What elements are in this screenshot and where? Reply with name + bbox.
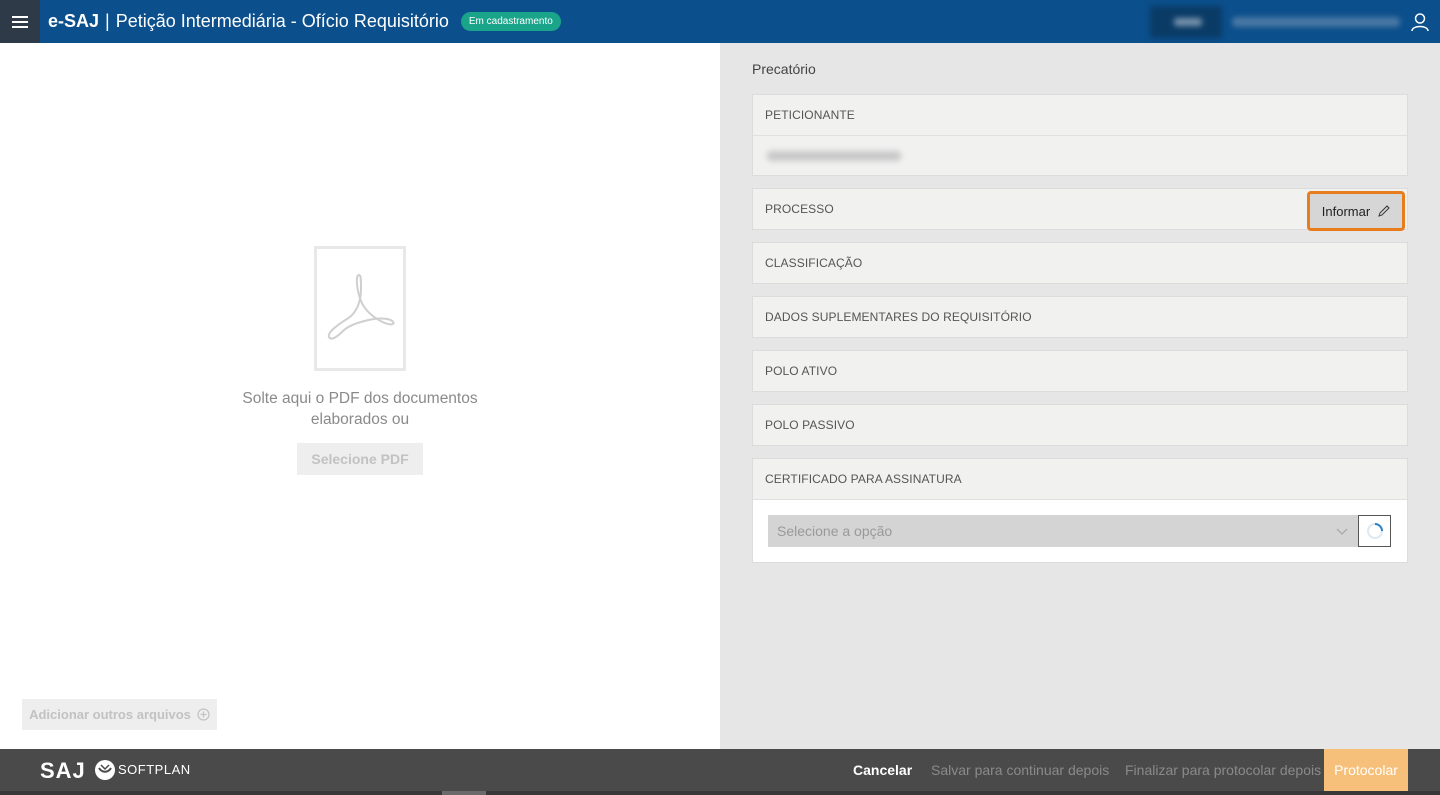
card-header-polo-passivo: POLO PASSIVO: [765, 418, 855, 432]
finalize-protocol-later-button[interactable]: Finalizar para protocolar depois: [1125, 749, 1321, 791]
card-header-dados-suplementares: DADOS SUPLEMENTARES DO REQUISITÓRIO: [765, 310, 1032, 324]
form-panel: Precatório PETICIONANTE PROCESSO Informa…: [720, 43, 1440, 749]
add-files-label: Adicionar outros arquivos: [29, 707, 191, 722]
softplan-text: SOFTPLAN: [118, 762, 191, 777]
certificado-body: Selecione a opção: [753, 499, 1407, 562]
protocol-button[interactable]: Protocolar: [1324, 749, 1408, 791]
card-classificacao[interactable]: CLASSIFICAÇÃO: [752, 242, 1408, 284]
pencil-icon: [1378, 205, 1390, 217]
card-dados-suplementares[interactable]: DADOS SUPLEMENTARES DO REQUISITÓRIO: [752, 296, 1408, 338]
footer-strip: [0, 791, 1440, 795]
save-continue-later-button[interactable]: Salvar para continuar depois: [931, 749, 1109, 791]
page-title: Petição Intermediária - Ofício Requisitó…: [115, 11, 449, 31]
processo-label: PROCESSO: [765, 202, 834, 216]
drop-instructions: Solte aqui o PDF dos documentos elaborad…: [220, 388, 500, 430]
brand-name[interactable]: e-SAJ: [48, 11, 99, 32]
informar-label: Informar: [1321, 203, 1371, 219]
peticionante-name-blurred: [767, 151, 901, 161]
card-peticionante: PETICIONANTE: [752, 94, 1408, 176]
title-separator: |: [105, 11, 110, 31]
loading-spinner-icon: [1366, 523, 1383, 539]
top-bar: e-SAJ | Petição Intermediária - Ofício R…: [0, 0, 1440, 43]
card-header-certificado: CERTIFICADO PARA ASSINATURA: [765, 472, 962, 486]
card-polo-passivo[interactable]: POLO PASSIVO: [752, 404, 1408, 446]
status-badge: Em cadastramento: [460, 12, 561, 31]
card-processo: PROCESSO Informar: [752, 188, 1408, 231]
card-header-polo-ativo: POLO ATIVO: [765, 364, 838, 378]
chevron-down-icon: [1336, 528, 1348, 535]
user-icon[interactable]: [1410, 12, 1430, 32]
drop-text-line2: elaborados ou: [310, 411, 410, 428]
section-title: Precatório: [752, 61, 816, 77]
loading-spinner-button[interactable]: [1358, 515, 1391, 547]
cancel-button[interactable]: Cancelar: [853, 749, 912, 791]
plus-circle-icon: [197, 708, 210, 721]
card-header-classificacao: CLASSIFICAÇÃO: [765, 256, 863, 270]
pdf-drop-area[interactable]: Solte aqui o PDF dos documentos elaborad…: [0, 43, 720, 749]
card-header-peticionante: PETICIONANTE: [765, 108, 855, 122]
pdf-document-icon: [314, 246, 406, 371]
footer-bar: SAJ SOFTPLAN Cancelar Salvar para contin…: [0, 749, 1440, 795]
card-certificado: CERTIFICADO PARA ASSINATURA Selecione a …: [752, 458, 1408, 563]
user-name-blurred[interactable]: [1232, 17, 1400, 27]
drop-text-line1: Solte aqui o PDF dos documentos: [242, 390, 478, 407]
saj-logo: SAJ: [40, 758, 86, 783]
hamburger-menu-icon[interactable]: [0, 0, 40, 43]
certificate-select[interactable]: Selecione a opção: [768, 515, 1358, 547]
user-info-blurred[interactable]: [1150, 6, 1222, 38]
informar-button[interactable]: Informar: [1307, 191, 1405, 231]
softplan-logo-icon: [95, 760, 115, 780]
card-polo-ativo[interactable]: POLO ATIVO: [752, 350, 1408, 392]
select-pdf-button[interactable]: Selecione PDF: [297, 443, 423, 475]
add-other-files-button[interactable]: Adicionar outros arquivos: [22, 699, 217, 730]
certificate-select-placeholder: Selecione a opção: [777, 523, 893, 539]
peticionante-value: [753, 135, 1407, 175]
